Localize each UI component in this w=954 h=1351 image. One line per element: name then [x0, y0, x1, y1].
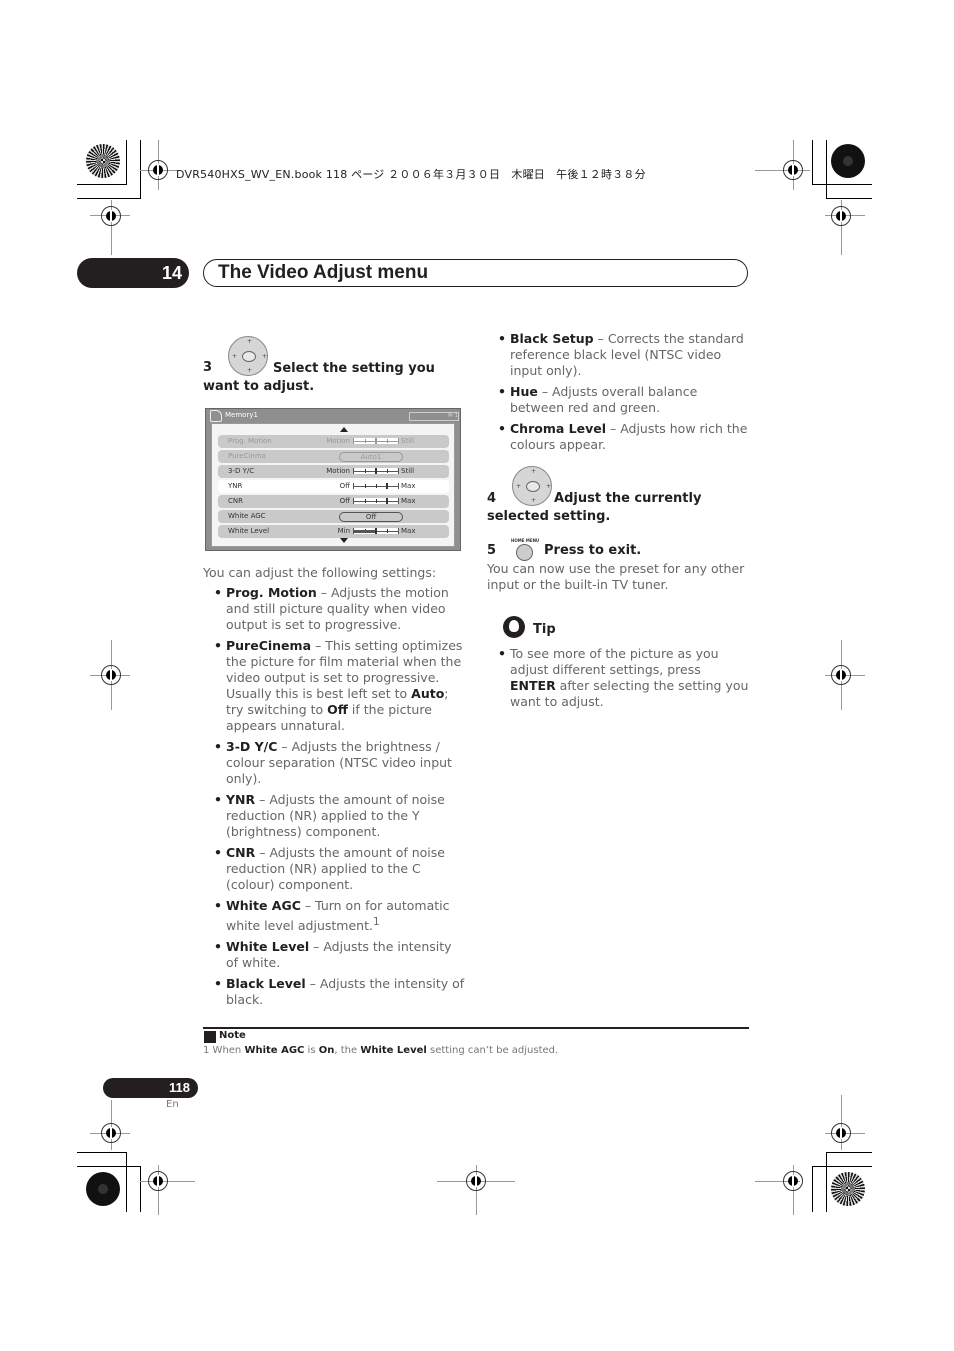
- registration-mark-icon: [101, 1123, 121, 1143]
- osd-title: Memory1: [225, 411, 258, 419]
- note-divider: [203, 1027, 749, 1029]
- registration-mark-icon: [783, 160, 803, 180]
- osd-row[interactable]: PureCinma Auto1: [218, 450, 449, 463]
- osd-slider[interactable]: [353, 528, 399, 534]
- setting-description-item: Chroma Level – Adjusts how rich the colo…: [488, 421, 750, 453]
- pencil-note-icon: [204, 1031, 216, 1043]
- page-language: En: [166, 1099, 179, 1110]
- scroll-down-arrow-icon[interactable]: [340, 538, 348, 543]
- step-5-text: Press to exit.: [544, 543, 642, 558]
- registration-mark-icon: [148, 160, 168, 180]
- osd-slider[interactable]: [353, 498, 399, 504]
- note-label: Note: [219, 1030, 246, 1041]
- registration-starburst-icon: [86, 144, 120, 178]
- registration-mark-icon: [101, 206, 121, 226]
- osd-row-label: White AGC: [228, 512, 266, 520]
- osd-row-label: CNR: [228, 497, 243, 505]
- video-adjust-osd-screen: Memory1 Pr 1 Prog. Motion Motion Still Pure…: [205, 408, 461, 551]
- osd-row-label: PureCinma: [228, 452, 266, 460]
- osd-slider-max-label: Max: [401, 527, 416, 535]
- osd-slider-min-label: Motion: [326, 467, 350, 475]
- registration-mark-icon: [783, 1171, 803, 1191]
- setting-description-item: Black Level – Adjusts the intensity of b…: [204, 976, 466, 1008]
- setting-description-item: White AGC – Turn on for automatic white …: [204, 898, 466, 934]
- osd-row[interactable]: White Level Min Max: [218, 525, 449, 538]
- setting-description-item: Hue – Adjusts overall balance between re…: [488, 384, 750, 416]
- registration-mark-icon: [466, 1171, 486, 1191]
- footnote-1: 1 When White AGC is On, the White Level …: [203, 1045, 559, 1056]
- settings-list-right: Black Setup – Corrects the standard refe…: [488, 331, 750, 458]
- osd-menu-panel: Prog. Motion Motion Still PureCinma Auto1 3-D…: [211, 423, 455, 547]
- setting-description-item: CNR – Adjusts the amount of noise reduct…: [204, 845, 466, 893]
- tip-list: To see more of the picture as you adjust…: [488, 646, 750, 715]
- osd-row-label: White Level: [228, 527, 270, 535]
- osd-slider-handle[interactable]: [386, 483, 388, 489]
- setting-description-item: Prog. Motion – Adjusts the motion and st…: [204, 585, 466, 633]
- osd-slider[interactable]: [353, 438, 399, 444]
- step-3-text: Select the setting you want to adjust.: [203, 361, 435, 394]
- osd-row[interactable]: White AGC Off: [218, 510, 449, 523]
- osd-slider-handle[interactable]: [375, 528, 377, 534]
- step-4: 4 Adjust the currently selected setting.: [487, 491, 702, 524]
- home-menu-label: HOME MENU: [511, 538, 540, 543]
- osd-slider[interactable]: [353, 483, 399, 489]
- osd-slider-max-label: Still: [401, 467, 415, 475]
- setting-description-item: YNR – Adjusts the amount of noise reduct…: [204, 792, 466, 840]
- chapter-number: 14: [77, 258, 189, 288]
- registration-starburst-icon: [86, 1172, 120, 1206]
- setting-description-item: 3-D Y/C – Adjusts the brightness / colou…: [204, 739, 466, 787]
- chapter-title: The Video Adjust menu: [218, 262, 429, 283]
- registration-mark-icon: [101, 665, 121, 685]
- registration-mark-icon: [831, 665, 851, 685]
- osd-slider-max-label: Still: [401, 437, 415, 445]
- chapter-title-box: The Video Adjust menu: [203, 259, 748, 287]
- osd-slider-handle[interactable]: [386, 498, 388, 504]
- page-number: 118: [103, 1078, 198, 1098]
- osd-slider-min-label: Off: [339, 482, 350, 490]
- osd-slider-handle[interactable]: [375, 468, 377, 474]
- setting-description-item: Black Setup – Corrects the standard refe…: [488, 331, 750, 379]
- osd-option-pill[interactable]: Auto1: [339, 452, 403, 462]
- osd-row-label: YNR: [228, 482, 243, 490]
- osd-row[interactable]: 3-D Y/C Motion Still: [218, 465, 449, 478]
- print-header: DVR540HXS_WV_EN.book 118 ページ ２００６年３月３０日 …: [176, 168, 646, 181]
- osd-row-label: 3-D Y/C: [228, 467, 255, 475]
- osd-slider-min-label: Motion: [326, 437, 350, 445]
- osd-option-pill[interactable]: Off: [339, 512, 403, 522]
- registration-mark-icon: [831, 206, 851, 226]
- osd-slider-max-label: Max: [401, 482, 416, 490]
- osd-channel-box: Pr 1: [409, 412, 459, 421]
- osd-row[interactable]: CNR Off Max: [218, 495, 449, 508]
- setting-description-item: PureCinema – This setting optimizes the …: [204, 638, 466, 734]
- scroll-up-arrow-icon[interactable]: [340, 427, 348, 432]
- registration-starburst-icon: [831, 1172, 865, 1206]
- setting-description-item: White Level – Adjusts the intensity of w…: [204, 939, 466, 971]
- osd-slider-max-label: Max: [401, 497, 416, 505]
- osd-slider[interactable]: [353, 468, 399, 474]
- registration-starburst-icon: [831, 144, 865, 178]
- step-5-body: You can now use the preset for any other…: [487, 561, 745, 592]
- lightbulb-tip-icon: [503, 616, 525, 638]
- tip-item: To see more of the picture as you adjust…: [488, 646, 750, 710]
- registration-mark-icon: [148, 1171, 168, 1191]
- video-adjust-icon: [210, 410, 222, 422]
- osd-row[interactable]: Prog. Motion Motion Still: [218, 435, 449, 448]
- osd-row[interactable]: YNR Off Max: [218, 480, 449, 493]
- osd-row-label: Prog. Motion: [228, 437, 272, 445]
- osd-slider-min-label: Off: [339, 497, 350, 505]
- intro-text: You can adjust the following settings:: [203, 565, 437, 580]
- settings-list-left: Prog. Motion – Adjusts the motion and st…: [204, 585, 466, 1013]
- osd-slider-min-label: Min: [337, 527, 350, 535]
- registration-mark-icon: [831, 1123, 851, 1143]
- tip-label: Tip: [533, 622, 556, 637]
- home-menu-button-icon: [516, 544, 533, 561]
- step-5: 5: [487, 543, 497, 558]
- osd-slider-handle[interactable]: [375, 438, 377, 444]
